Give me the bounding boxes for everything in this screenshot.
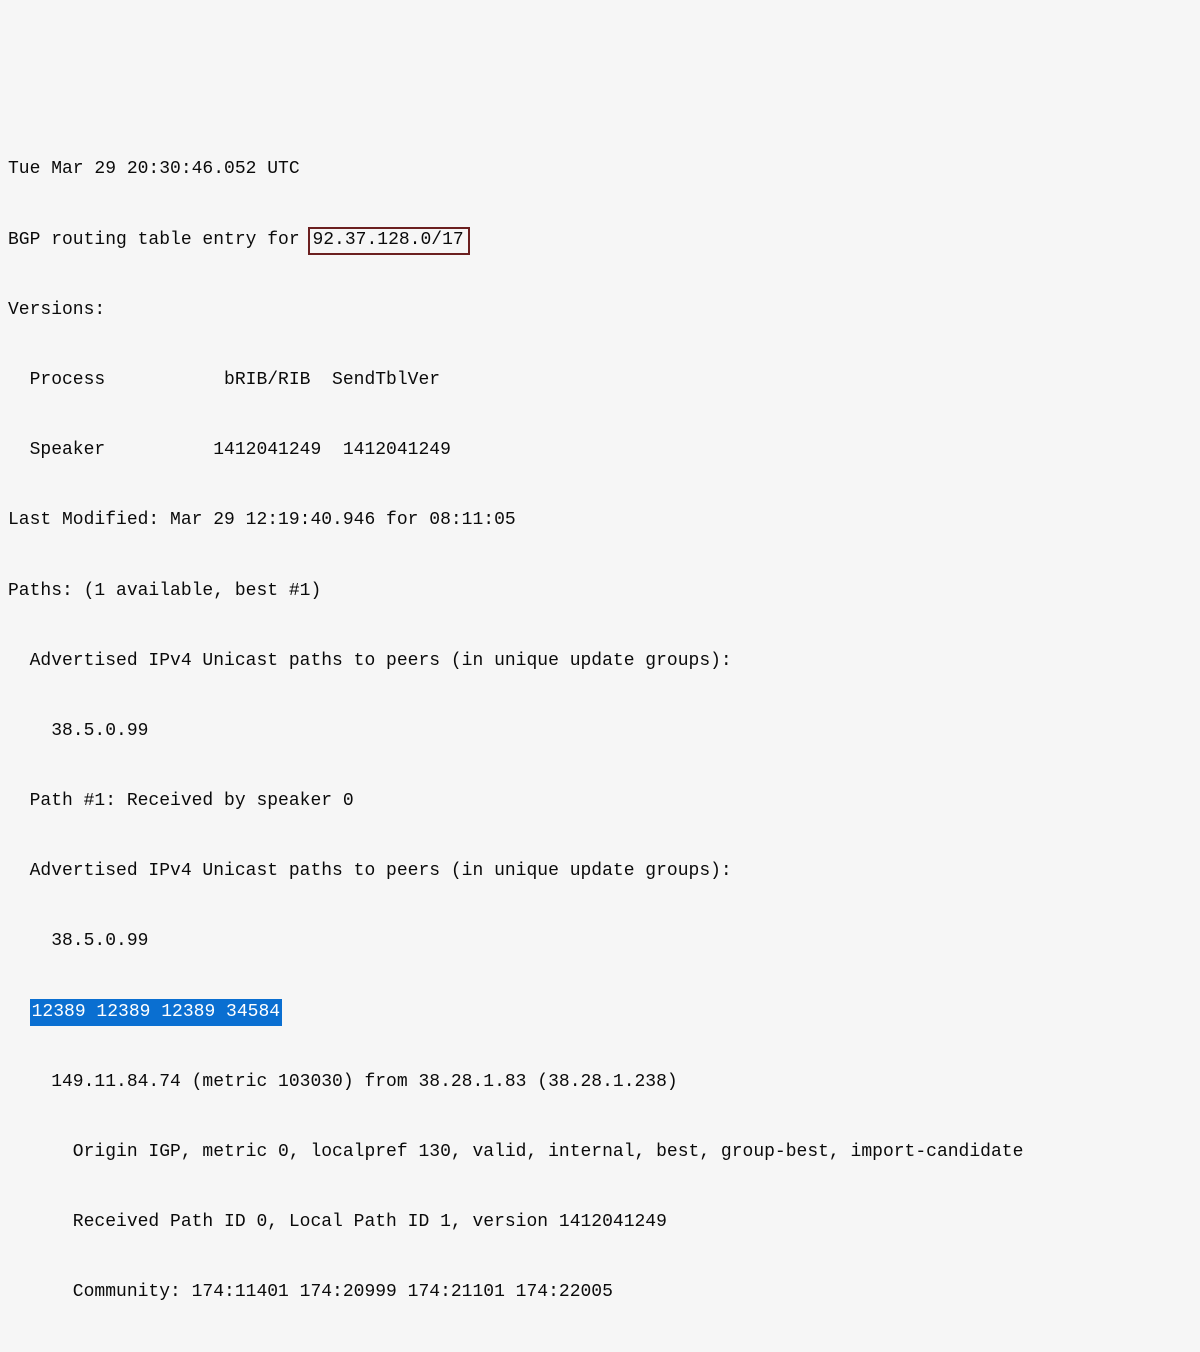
advertised-line-2: Advertised IPv4 Unicast paths to peers (… bbox=[8, 854, 1198, 889]
prefix-cidr-highlight: 92.37.128.0/17 bbox=[308, 227, 469, 255]
peer-ip-line-2: 38.5.0.99 bbox=[8, 924, 1198, 959]
bgp-entry-prefix: BGP routing table entry for bbox=[8, 230, 310, 250]
nexthop-line: 149.11.84.74 (metric 103030) from 38.28.… bbox=[8, 1065, 1198, 1100]
bgp-entry-line: BGP routing table entry for 92.37.128.0/… bbox=[8, 223, 1198, 258]
aspath-indent bbox=[8, 1002, 30, 1022]
originator-line: Originator: 38.28.1.238, Cluster list: 3… bbox=[8, 1346, 1198, 1352]
pathid-line: Received Path ID 0, Local Path ID 1, ver… bbox=[8, 1205, 1198, 1240]
aspath-highlight[interactable]: 12389 12389 12389 34584 bbox=[30, 999, 282, 1026]
versions-header-row: Process bRIB/RIB SendTblVer bbox=[8, 363, 1198, 398]
timestamp-line: Tue Mar 29 20:30:46.052 UTC bbox=[8, 152, 1198, 187]
advertised-line-1: Advertised IPv4 Unicast paths to peers (… bbox=[8, 644, 1198, 679]
versions-speaker-row: Speaker 1412041249 1412041249 bbox=[8, 433, 1198, 468]
community-line: Community: 174:11401 174:20999 174:21101… bbox=[8, 1275, 1198, 1310]
aspath-line: 12389 12389 12389 34584 bbox=[8, 995, 1198, 1030]
paths-summary-line: Paths: (1 available, best #1) bbox=[8, 574, 1198, 609]
path-number-line: Path #1: Received by speaker 0 bbox=[8, 784, 1198, 819]
last-modified-line: Last Modified: Mar 29 12:19:40.946 for 0… bbox=[8, 503, 1198, 538]
versions-label: Versions: bbox=[8, 293, 1198, 328]
peer-ip-line-1: 38.5.0.99 bbox=[8, 714, 1198, 749]
origin-line: Origin IGP, metric 0, localpref 130, val… bbox=[8, 1135, 1198, 1170]
